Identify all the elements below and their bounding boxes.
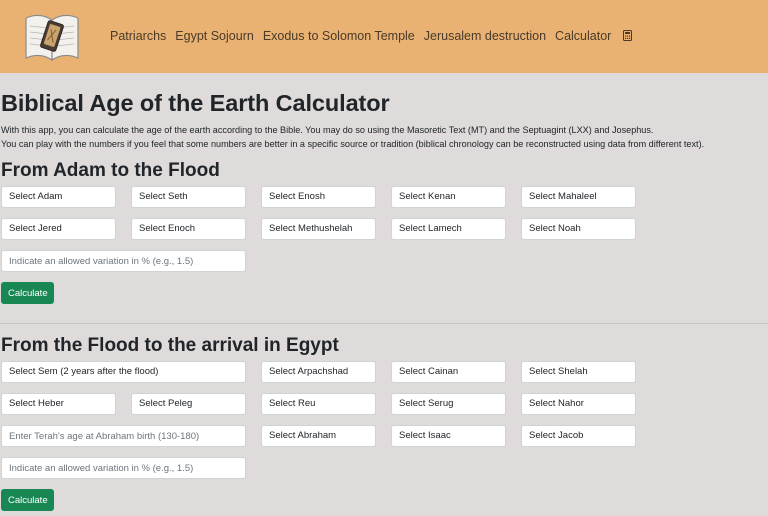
- select-peleg[interactable]: Select Peleg: [131, 393, 246, 415]
- select-serug[interactable]: Select Serug: [391, 393, 506, 415]
- terah-age-input[interactable]: [1, 425, 246, 447]
- calculate-button-2[interactable]: Calculate: [1, 489, 54, 511]
- intro-line-1: With this app, you can calculate the age…: [1, 125, 654, 135]
- navbar: Patriarchs Egypt Sojourn Exodus to Solom…: [0, 0, 768, 73]
- calculate-button-1[interactable]: Calculate: [1, 282, 54, 304]
- select-seth[interactable]: Select Seth: [131, 186, 246, 208]
- section-title-flood-egypt: From the Flood to the arrival in Egypt: [1, 335, 339, 356]
- nav-link-exodus[interactable]: Exodus to Solomon Temple: [263, 29, 415, 44]
- nav-link-egypt-sojourn[interactable]: Egypt Sojourn: [175, 29, 254, 44]
- select-sem[interactable]: Select Sem (2 years after the flood): [1, 361, 246, 383]
- variation-input-2[interactable]: [1, 457, 246, 479]
- select-abraham[interactable]: Select Abraham: [261, 425, 376, 447]
- select-jered[interactable]: Select Jered: [1, 218, 116, 240]
- select-shelah[interactable]: Select Shelah: [521, 361, 636, 383]
- nav-links: Patriarchs Egypt Sojourn Exodus to Solom…: [110, 29, 650, 44]
- select-methushelah[interactable]: Select Methushelah: [261, 218, 376, 240]
- select-adam[interactable]: Select Adam: [1, 186, 116, 208]
- select-reu[interactable]: Select Reu: [261, 393, 376, 415]
- select-jacob[interactable]: Select Jacob: [521, 425, 636, 447]
- variation-input-1[interactable]: [1, 250, 246, 272]
- intro-line-2: You can play with the numbers if you fee…: [1, 139, 705, 149]
- nav-link-calculator-label: Calculator: [555, 29, 612, 43]
- select-arpachshad[interactable]: Select Arpachshad: [261, 361, 376, 383]
- select-kenan[interactable]: Select Kenan: [391, 186, 506, 208]
- select-cainan[interactable]: Select Cainan: [391, 361, 506, 383]
- select-enoch[interactable]: Select Enoch: [131, 218, 246, 240]
- page-title: Biblical Age of the Earth Calculator: [1, 90, 390, 116]
- select-mahaleel[interactable]: Select Mahaleel: [521, 186, 636, 208]
- section-divider: [0, 323, 768, 324]
- select-heber[interactable]: Select Heber: [1, 393, 116, 415]
- nav-link-calculator[interactable]: Calculator: [555, 29, 641, 44]
- section-title-adam-flood: From Adam to the Flood: [1, 160, 220, 181]
- select-lamech[interactable]: Select Lamech: [391, 218, 506, 240]
- nav-link-patriarchs[interactable]: Patriarchs: [110, 29, 166, 44]
- intro-text: With this app, you can calculate the age…: [1, 123, 704, 151]
- select-nahor[interactable]: Select Nahor: [521, 393, 636, 415]
- book-logo-icon[interactable]: [22, 8, 82, 64]
- select-isaac[interactable]: Select Isaac: [391, 425, 506, 447]
- select-enosh[interactable]: Select Enosh: [261, 186, 376, 208]
- nav-link-jerusalem[interactable]: Jerusalem destruction: [424, 29, 546, 44]
- select-noah[interactable]: Select Noah: [521, 218, 636, 240]
- calculator-icon: [623, 30, 633, 44]
